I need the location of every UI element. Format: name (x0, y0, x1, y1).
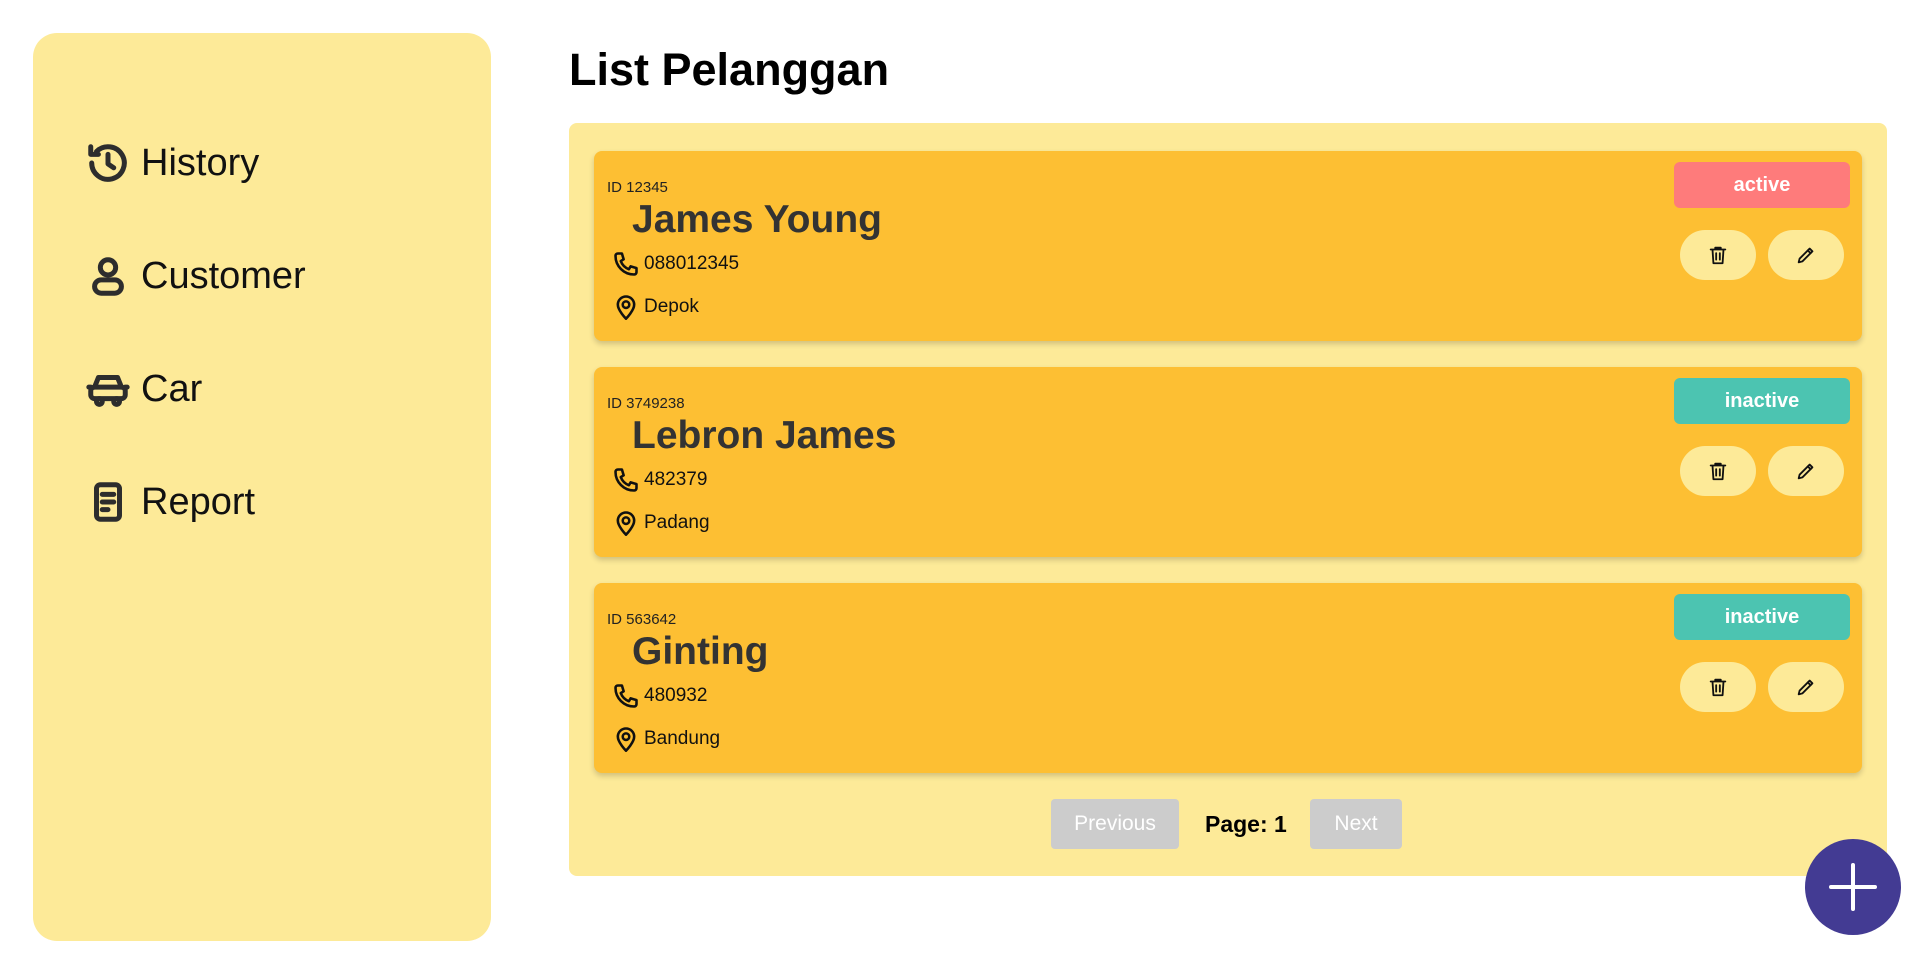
status-badge[interactable]: inactive (1674, 594, 1850, 640)
customer-name: Lebron James (632, 414, 897, 457)
pencil-icon (1797, 679, 1814, 696)
page-indicator: Page: 1 (1205, 810, 1287, 837)
customer-phone-row: 480932 (612, 681, 707, 711)
status-badge[interactable]: active (1674, 162, 1850, 208)
sidebar-item-customer[interactable]: Customer (85, 246, 306, 306)
user-icon (92, 257, 124, 296)
customer-card: ID 3749238 Lebron James 482379 Padang in… (594, 367, 1862, 557)
customer-card: ID 12345 James Young 088012345 Depok act… (594, 151, 1862, 341)
location-pin-icon (616, 727, 636, 752)
pagination: Previous Page: 1 Next (569, 799, 1887, 849)
report-icon (94, 482, 122, 522)
customer-city-row: Depok (612, 292, 699, 322)
trash-icon (1709, 462, 1727, 481)
trash-icon (1709, 678, 1727, 697)
sidebar-item-car[interactable]: Car (85, 359, 202, 419)
sidebar-item-label: History (141, 141, 260, 184)
pencil-icon (1797, 463, 1814, 480)
edit-button[interactable] (1768, 446, 1844, 496)
customer-phone: 088012345 (644, 253, 740, 274)
customer-phone-row: 482379 (612, 465, 707, 495)
location-pin-icon (616, 295, 636, 320)
phone-icon (614, 468, 638, 492)
customer-phone: 480932 (644, 685, 708, 706)
customer-phone-row: 088012345 (612, 249, 739, 279)
delete-button[interactable] (1680, 230, 1756, 280)
history-icon (88, 144, 127, 182)
car-icon (86, 375, 130, 407)
previous-button[interactable]: Previous (1051, 799, 1179, 849)
sidebar-item-label: Customer (141, 254, 306, 297)
customer-id: ID 12345 (607, 179, 668, 196)
trash-icon (1709, 246, 1727, 265)
delete-button[interactable] (1680, 446, 1756, 496)
sidebar-item-label: Car (141, 367, 203, 410)
location-pin-icon (616, 511, 636, 536)
customer-phone: 482379 (644, 469, 708, 490)
sidebar: History Customer Car Report (33, 33, 491, 941)
add-customer-button[interactable] (1805, 839, 1901, 935)
phone-icon (614, 684, 638, 708)
delete-button[interactable] (1680, 662, 1756, 712)
plus-icon (1829, 863, 1877, 911)
phone-icon (614, 252, 638, 276)
customer-name: James Young (632, 198, 882, 241)
status-badge[interactable]: inactive (1674, 378, 1850, 424)
edit-button[interactable] (1768, 662, 1844, 712)
edit-button[interactable] (1768, 230, 1844, 280)
sidebar-item-history[interactable]: History (85, 133, 259, 193)
customer-id: ID 563642 (607, 611, 677, 628)
customer-city: Padang (644, 512, 710, 533)
customer-city-row: Bandung (612, 724, 720, 754)
customer-card: ID 563642 Ginting 480932 Bandung inactiv… (594, 583, 1862, 773)
customer-city: Depok (644, 296, 699, 317)
customer-city-row: Padang (612, 508, 710, 538)
next-button[interactable]: Next (1310, 799, 1402, 849)
sidebar-item-report[interactable]: Report (85, 472, 255, 532)
pencil-icon (1797, 247, 1814, 264)
customer-list-panel: ID 12345 James Young 088012345 Depok act… (569, 123, 1887, 876)
customer-city: Bandung (644, 728, 721, 749)
customer-id: ID 3749238 (607, 395, 685, 412)
page-title: List Pelanggan (569, 44, 890, 95)
customer-name: Ginting (632, 630, 769, 673)
sidebar-item-label: Report (141, 480, 256, 523)
